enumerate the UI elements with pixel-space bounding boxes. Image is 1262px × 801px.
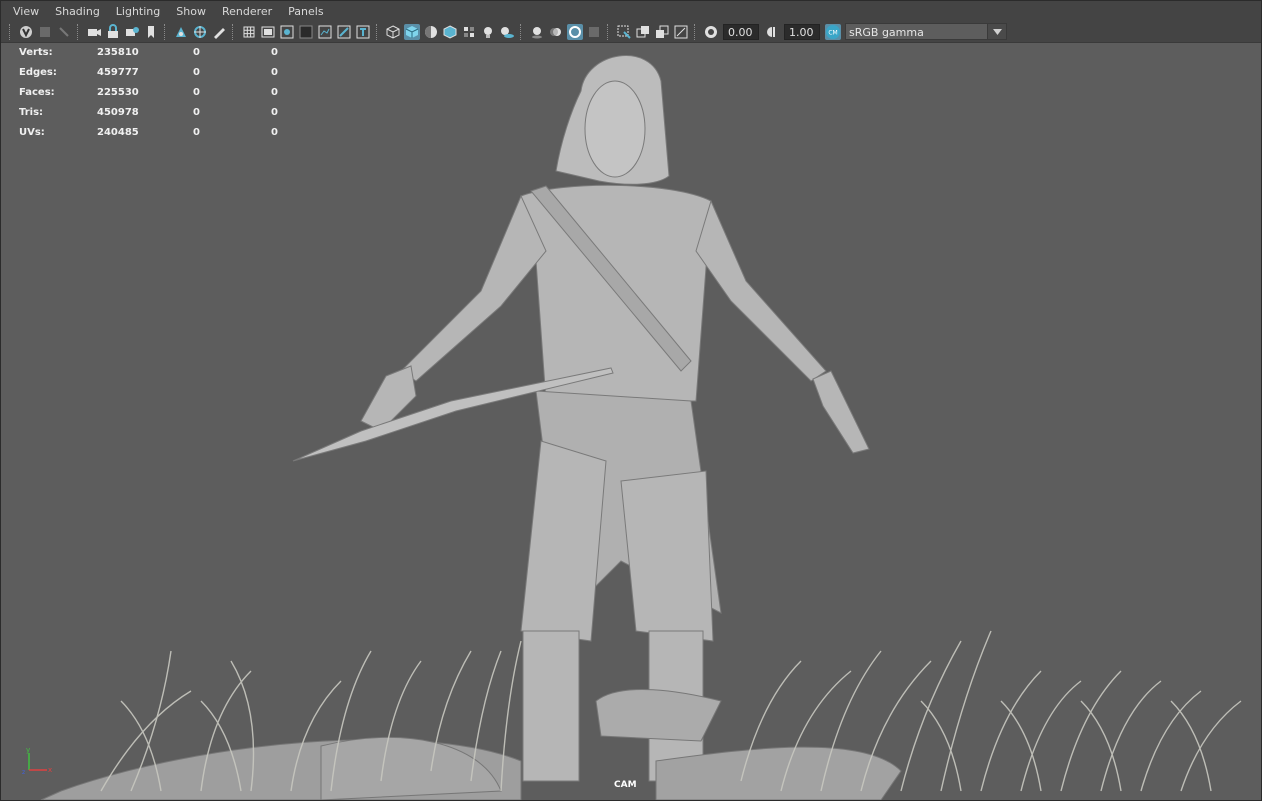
camera-name-label: CAM bbox=[614, 780, 637, 790]
x-ray-components-icon[interactable] bbox=[673, 24, 689, 40]
bookmark-icon[interactable] bbox=[143, 24, 159, 40]
safe-title-icon[interactable] bbox=[355, 24, 371, 40]
hud-total: 235810 bbox=[97, 46, 139, 58]
viewport-3d-scene[interactable] bbox=[1, 43, 1261, 800]
toolbar-separator bbox=[607, 23, 610, 40]
y-axis-label: y bbox=[26, 746, 30, 754]
two-d-pan-icon[interactable] bbox=[192, 24, 208, 40]
field-chart-icon[interactable] bbox=[317, 24, 333, 40]
camera-move-icon[interactable] bbox=[124, 24, 140, 40]
toolbar-separator bbox=[77, 23, 80, 40]
lock-camera-icon[interactable] bbox=[105, 23, 121, 40]
hud-selected: 0 bbox=[193, 106, 200, 118]
hud-selected: 0 bbox=[193, 86, 200, 98]
hud-selected: 0 bbox=[193, 126, 200, 138]
x-ray-joints-icon[interactable] bbox=[654, 24, 670, 40]
wireframe-on-shaded-icon[interactable] bbox=[442, 24, 458, 40]
use-all-lights-icon[interactable] bbox=[480, 24, 496, 40]
menu-view[interactable]: View bbox=[5, 5, 47, 18]
toolbar-separator bbox=[376, 23, 379, 40]
toolbar-separator bbox=[694, 23, 697, 40]
toolbar-separator bbox=[520, 23, 523, 40]
exposure-field[interactable]: 0.00 bbox=[723, 23, 759, 40]
svg-text:CM: CM bbox=[828, 29, 837, 36]
hud-components: 0 bbox=[271, 126, 278, 138]
toolbar-separator bbox=[164, 23, 167, 40]
hud-total: 225530 bbox=[97, 86, 139, 98]
hud-label: UVs: bbox=[19, 126, 45, 138]
film-gate-icon[interactable] bbox=[260, 24, 276, 40]
viewport-panel[interactable]: View Shading Lighting Show Renderer Pane… bbox=[0, 0, 1262, 801]
hud-components: 0 bbox=[271, 106, 278, 118]
hud-components: 0 bbox=[271, 86, 278, 98]
safe-action-icon[interactable] bbox=[336, 24, 352, 40]
hud-label: Verts: bbox=[19, 46, 53, 58]
grease-pencil-icon[interactable] bbox=[211, 24, 227, 40]
color-space-value: sRGB gamma bbox=[849, 26, 924, 39]
toolbar-separator bbox=[232, 23, 235, 40]
grid-icon[interactable] bbox=[241, 24, 257, 40]
shadows-icon[interactable] bbox=[499, 24, 515, 40]
panel-menu-bar: View Shading Lighting Show Renderer Pane… bbox=[1, 1, 1261, 21]
bookmarks-icon[interactable] bbox=[56, 24, 72, 40]
chevron-down-icon[interactable] bbox=[987, 24, 1006, 39]
textured-icon[interactable] bbox=[461, 24, 477, 40]
hud-total: 450978 bbox=[97, 106, 139, 118]
resolution-gate-icon[interactable] bbox=[279, 24, 295, 40]
select-camera-icon[interactable] bbox=[18, 24, 34, 40]
hud-row-faces: Faces: 225530 0 0 bbox=[19, 82, 301, 102]
isolate-select-icon[interactable] bbox=[616, 24, 632, 40]
hud-components: 0 bbox=[271, 46, 278, 58]
camera-attributes-icon[interactable] bbox=[37, 24, 53, 40]
hud-total: 459777 bbox=[97, 66, 139, 78]
menu-show[interactable]: Show bbox=[168, 5, 214, 18]
color-management-icon[interactable]: CM bbox=[824, 23, 841, 40]
view-axis-gizmo: y x z bbox=[22, 746, 52, 775]
hud-row-verts: Verts: 235810 0 0 bbox=[19, 42, 301, 62]
gamma-icon[interactable] bbox=[764, 24, 780, 40]
menu-lighting[interactable]: Lighting bbox=[108, 5, 168, 18]
menu-shading[interactable]: Shading bbox=[47, 5, 108, 18]
hud-selected: 0 bbox=[193, 46, 200, 58]
exposure-icon[interactable] bbox=[703, 24, 719, 40]
hud-selected: 0 bbox=[193, 66, 200, 78]
wireframe-icon[interactable] bbox=[385, 24, 401, 40]
camera-icon[interactable] bbox=[86, 24, 102, 40]
hud-label: Faces: bbox=[19, 86, 55, 98]
panel-toolbar: 0.00 1.00 CM sRGB gamma bbox=[1, 21, 1261, 43]
poly-count-hud: Verts: 235810 0 0 Edges: 459777 0 0 Face… bbox=[19, 42, 301, 142]
x-ray-icon[interactable] bbox=[635, 24, 651, 40]
hud-total: 240485 bbox=[97, 126, 139, 138]
hud-row-edges: Edges: 459777 0 0 bbox=[19, 62, 301, 82]
hud-label: Tris: bbox=[19, 106, 44, 118]
motion-blur-icon[interactable] bbox=[548, 24, 564, 40]
z-axis-label: z bbox=[22, 769, 25, 775]
gate-mask-icon[interactable] bbox=[298, 24, 314, 40]
hud-row-tris: Tris: 450978 0 0 bbox=[19, 102, 301, 122]
hud-row-uvs: UVs: 240485 0 0 bbox=[19, 122, 301, 142]
gamma-field[interactable]: 1.00 bbox=[784, 23, 820, 40]
multisample-aa-icon[interactable] bbox=[566, 23, 583, 40]
menu-renderer[interactable]: Renderer bbox=[214, 5, 280, 18]
hud-label: Edges: bbox=[19, 66, 57, 78]
depth-of-field-icon[interactable] bbox=[586, 24, 602, 40]
color-space-dropdown[interactable]: sRGB gamma bbox=[845, 23, 1007, 40]
screen-space-ao-icon[interactable] bbox=[529, 24, 545, 40]
default-material-icon[interactable] bbox=[423, 24, 439, 40]
menu-panels[interactable]: Panels bbox=[280, 5, 331, 18]
smooth-shade-icon[interactable] bbox=[403, 23, 420, 40]
image-plane-icon[interactable] bbox=[173, 24, 189, 40]
toolbar-separator bbox=[9, 23, 12, 40]
x-axis-label: x bbox=[48, 766, 52, 774]
hud-components: 0 bbox=[271, 66, 278, 78]
